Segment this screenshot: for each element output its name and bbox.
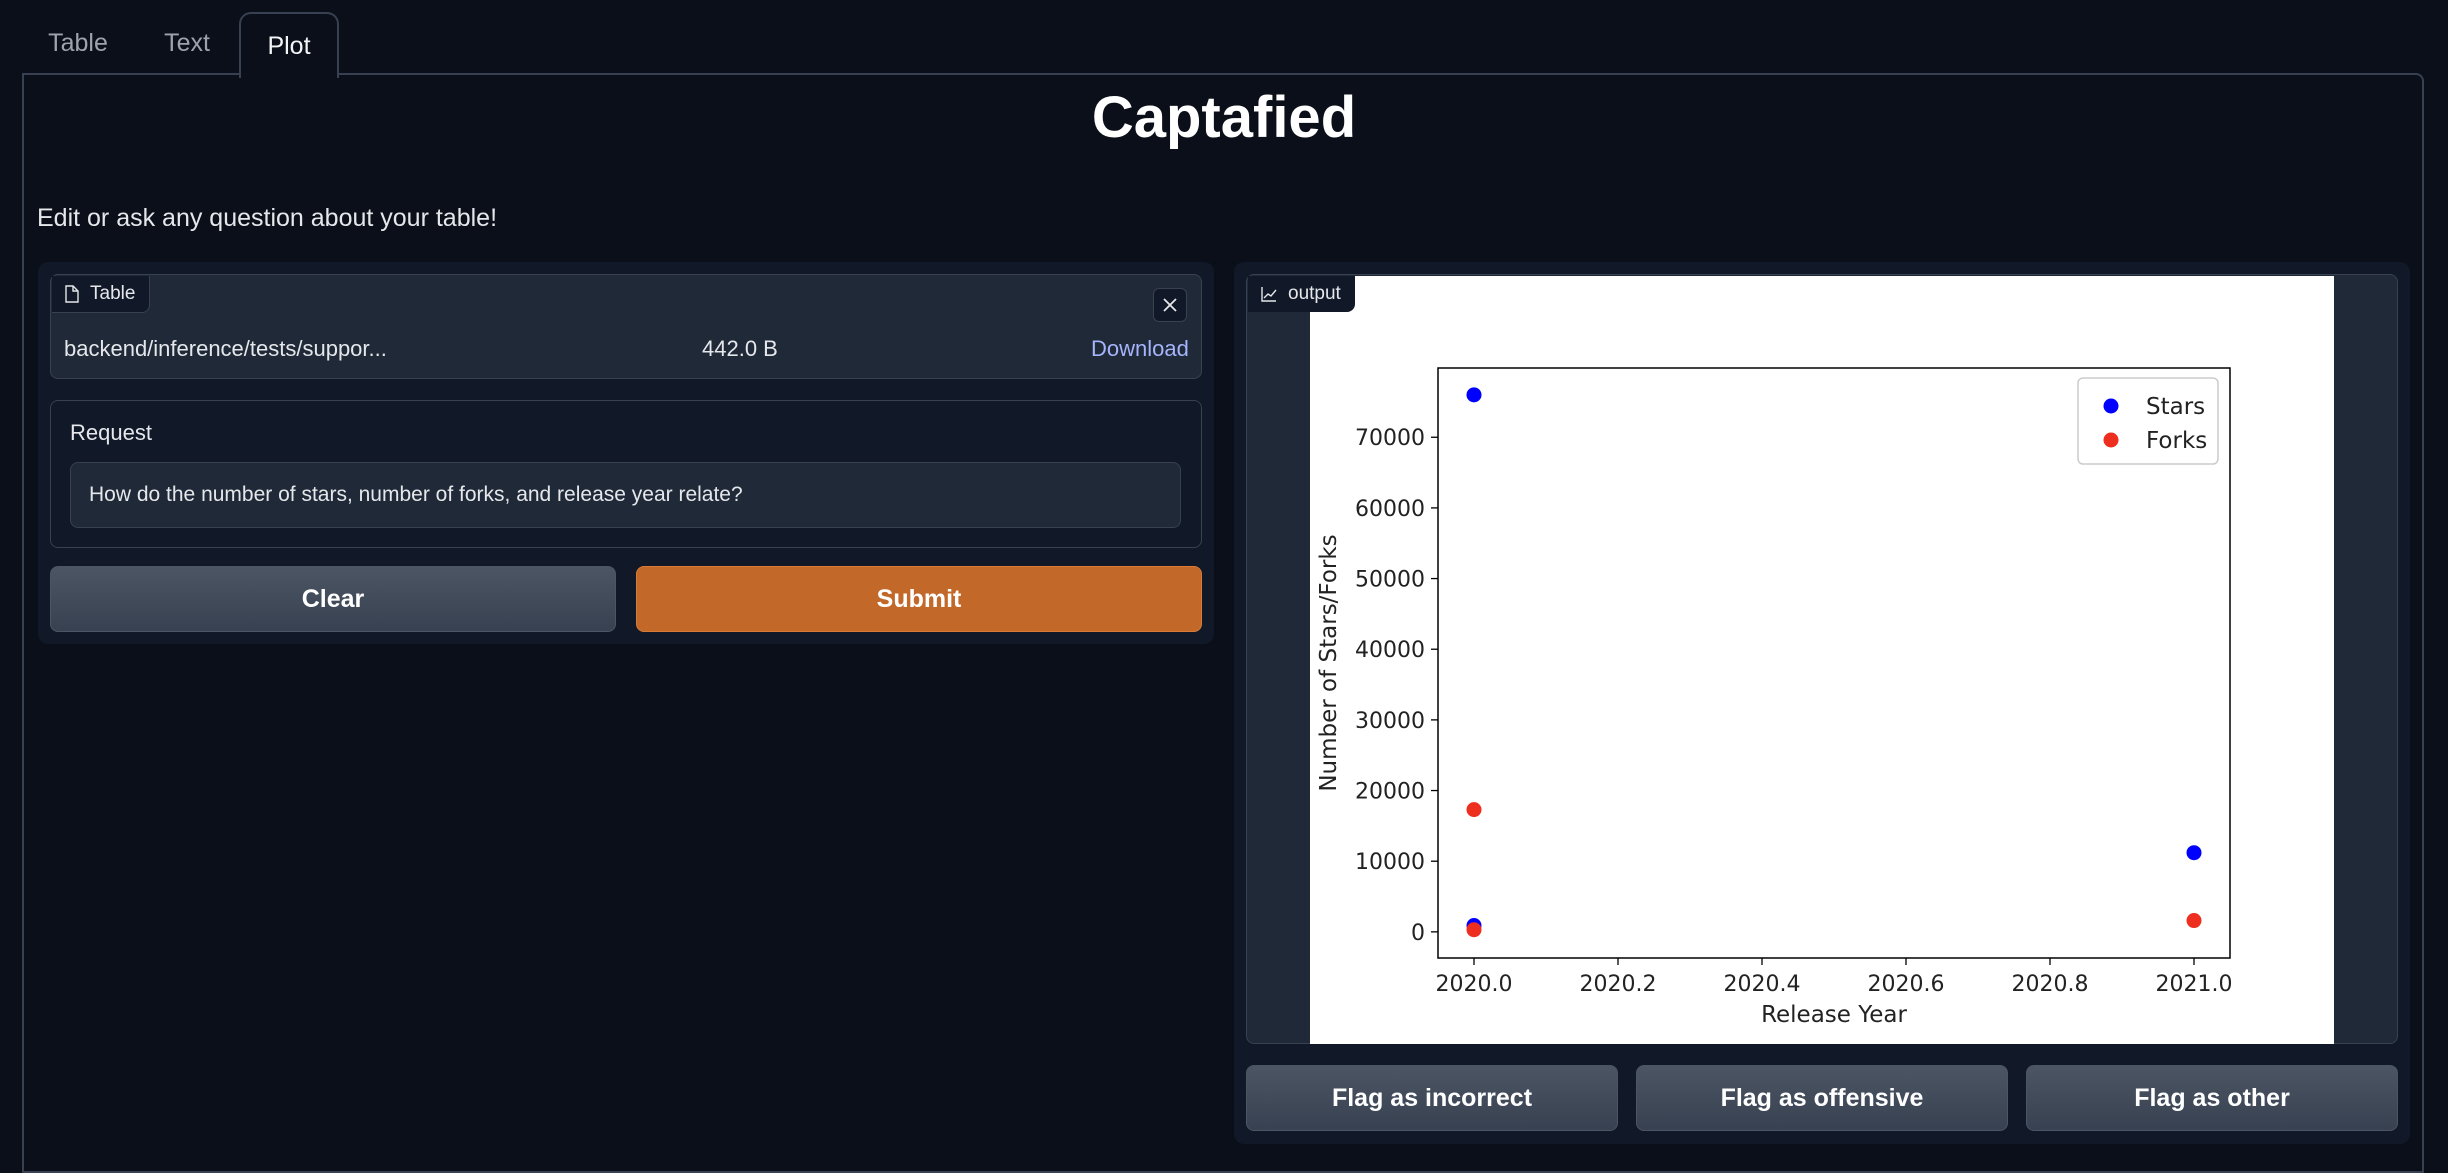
y-tick-label: 10000 (1355, 850, 1425, 875)
y-tick-label: 60000 (1355, 497, 1425, 522)
x-tick-label: 2021.0 (2156, 972, 2233, 997)
file-name: backend/inference/tests/suppor... (64, 336, 387, 361)
legend-marker-forks (2103, 432, 2119, 448)
legend-marker-stars (2103, 398, 2119, 414)
clear-button[interactable]: Clear (50, 566, 616, 632)
tab-text[interactable]: Text (140, 12, 234, 74)
submit-button[interactable]: Submit (636, 566, 1202, 632)
y-tick-label: 40000 (1355, 638, 1425, 663)
plot-image: 2020.0 2020.2 2020.4 2020.6 2020.8 2021.0 0 100… (1310, 276, 2334, 1044)
x-tick-label: 2020.6 (1868, 972, 1945, 997)
flag-offensive-button[interactable]: Flag as offensive (1636, 1065, 2008, 1131)
tab-bar: Table Text Plot (0, 0, 2448, 78)
tab-plot[interactable]: Plot (239, 12, 339, 78)
x-axis-label: Release Year (1761, 1002, 1907, 1028)
scatter-chart: 2020.0 2020.2 2020.4 2020.6 2020.8 2021.0 0 100… (1316, 367, 2233, 1028)
output-label-chip: output (1248, 276, 1355, 312)
output-label: output (1288, 283, 1341, 304)
file-icon (65, 285, 79, 303)
legend-label-forks: Forks (2146, 428, 2207, 454)
x-tick-label: 2020.4 (1724, 972, 1801, 997)
y-tick-label: 0 (1411, 921, 1425, 946)
point-forks (1466, 802, 1482, 818)
request-label: Request (70, 420, 152, 445)
file-upload-box (50, 274, 1202, 379)
file-size: 442.0 B (702, 336, 778, 361)
point-stars (2186, 845, 2202, 861)
remove-file-button[interactable] (1153, 288, 1187, 322)
legend-label-stars: Stars (2146, 394, 2205, 420)
y-tick-label: 20000 (1355, 780, 1425, 805)
x-tick-label: 2020.8 (2012, 972, 2089, 997)
close-icon (1163, 298, 1177, 312)
y-axis-label: Number of Stars/Forks (1316, 534, 1342, 791)
request-input[interactable] (70, 462, 1181, 528)
page-title: Captafied (1091, 85, 1357, 150)
x-tick-label: 2020.2 (1580, 972, 1657, 997)
x-tick-label: 2020.0 (1436, 972, 1513, 997)
flag-incorrect-button[interactable]: Flag as incorrect (1246, 1065, 1618, 1131)
page-description: Edit or ask any question about your tabl… (37, 204, 498, 232)
y-tick-label: 50000 (1355, 568, 1425, 593)
download-link[interactable]: Download (1091, 336, 1189, 362)
y-tick-label: 30000 (1355, 709, 1425, 734)
file-label-chip: Table (52, 276, 151, 313)
point-forks (2186, 913, 2202, 929)
tab-table[interactable]: Table (30, 12, 126, 74)
y-tick-label: 70000 (1355, 426, 1425, 451)
point-forks (1466, 922, 1482, 938)
flag-other-button[interactable]: Flag as other (2026, 1065, 2398, 1131)
point-stars (1466, 387, 1482, 403)
file-label: Table (90, 283, 136, 304)
chart-icon (1261, 287, 1277, 302)
